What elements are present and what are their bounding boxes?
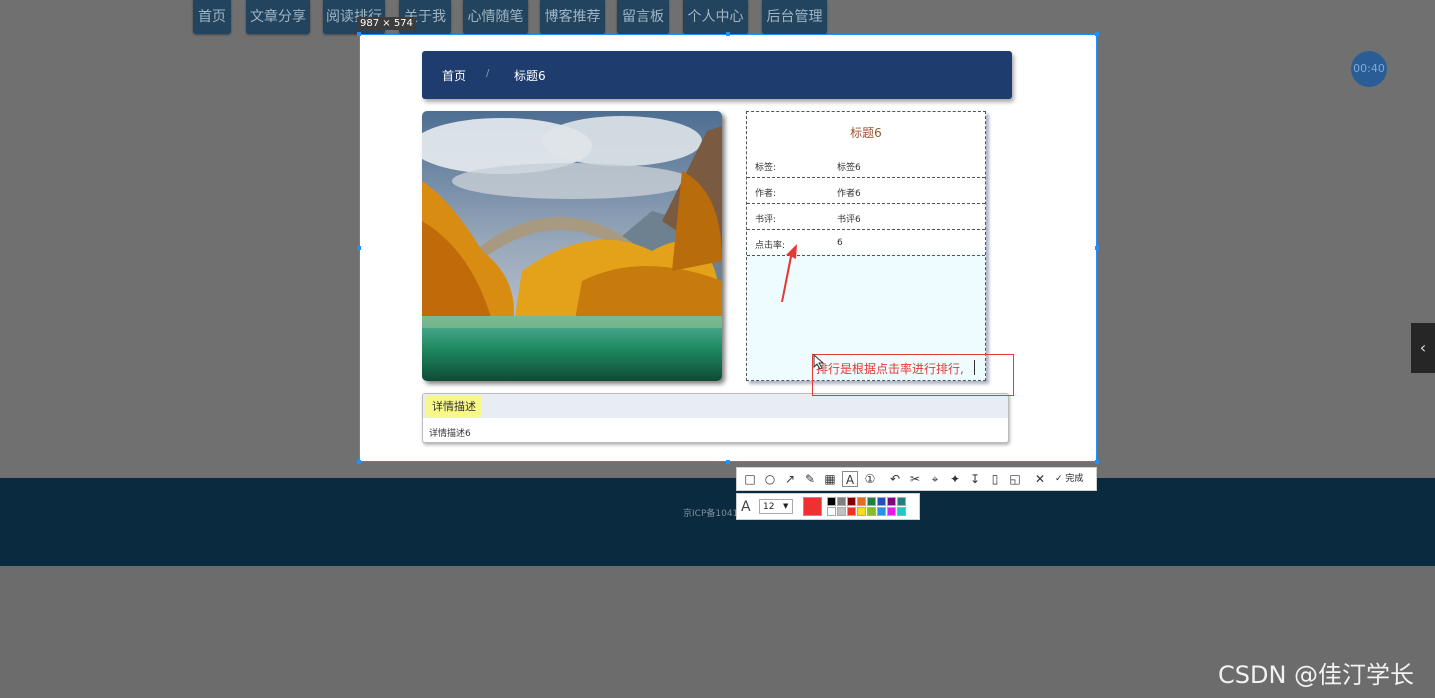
save-icon[interactable]: ▯ bbox=[987, 471, 1003, 487]
ellipse-icon[interactable]: ○ bbox=[762, 471, 778, 487]
timer-badge[interactable]: 00:40 bbox=[1351, 51, 1387, 87]
breadcrumb-current: 标题6 bbox=[514, 69, 546, 83]
color-swatch[interactable] bbox=[877, 497, 886, 506]
done-button[interactable]: ✓ 完成 bbox=[1055, 471, 1083, 487]
color-swatch[interactable] bbox=[827, 497, 836, 506]
resize-handle[interactable] bbox=[357, 460, 361, 464]
color-swatch[interactable] bbox=[897, 507, 906, 516]
info-value: 书评6 bbox=[837, 215, 861, 225]
pin-icon[interactable]: ✦ bbox=[947, 471, 963, 487]
download-icon[interactable]: ↧ bbox=[967, 471, 983, 487]
color-swatch[interactable] bbox=[867, 507, 876, 516]
page-footer bbox=[0, 478, 1435, 566]
footer-icp-text: 京ICP备1041 bbox=[683, 509, 739, 519]
color-swatch[interactable] bbox=[857, 507, 866, 516]
watermark: CSDN @佳汀学长 bbox=[1218, 661, 1415, 689]
info-row-author: 作者: 作者6 bbox=[747, 178, 985, 204]
description-panel: 详情描述 详情描述6 bbox=[422, 393, 1009, 443]
color-swatch[interactable] bbox=[897, 497, 906, 506]
arrow-icon[interactable]: ↗ bbox=[782, 471, 798, 487]
info-value: 作者6 bbox=[837, 189, 861, 199]
color-swatch[interactable] bbox=[837, 507, 846, 516]
mouse-cursor-icon bbox=[813, 354, 825, 370]
translate-icon[interactable]: ⌖ bbox=[927, 471, 943, 487]
rectangle-icon[interactable]: □ bbox=[742, 471, 758, 487]
nav-message-board[interactable]: 留言板 bbox=[617, 0, 669, 34]
tab-description[interactable]: 详情描述 bbox=[426, 396, 482, 417]
article-title: 标题6 bbox=[850, 126, 882, 140]
capture-size-label: 987 × 574 bbox=[357, 17, 416, 30]
nav-article-share[interactable]: 文章分享 bbox=[246, 0, 310, 34]
color-swatch[interactable] bbox=[887, 497, 896, 506]
info-row-review: 书评: 书评6 bbox=[747, 204, 985, 230]
close-icon[interactable]: ✕ bbox=[1032, 471, 1048, 487]
pen-icon[interactable]: ✎ bbox=[802, 471, 818, 487]
arrow-annotation-icon[interactable] bbox=[770, 238, 810, 308]
resize-handle[interactable] bbox=[357, 32, 361, 36]
nav-admin[interactable]: 后台管理 bbox=[762, 0, 827, 34]
resize-handle[interactable] bbox=[1095, 460, 1099, 464]
nav-mood-notes[interactable]: 心情随笔 bbox=[463, 0, 528, 34]
bookmark-icon[interactable]: ◱ bbox=[1007, 471, 1023, 487]
done-label: 完成 bbox=[1065, 474, 1084, 484]
undo-icon[interactable]: ↶ bbox=[887, 471, 903, 487]
color-swatch[interactable] bbox=[847, 497, 856, 506]
color-swatch[interactable] bbox=[827, 507, 836, 516]
nav-blog-recommend[interactable]: 博客推荐 bbox=[540, 0, 605, 34]
ocr-icon[interactable]: ✂ bbox=[907, 471, 923, 487]
text-icon[interactable]: A bbox=[842, 471, 858, 487]
info-row-tag: 标签: 标签6 bbox=[747, 152, 985, 178]
color-swatch[interactable] bbox=[887, 507, 896, 516]
color-swatch[interactable] bbox=[857, 497, 866, 506]
description-header: 详情描述 bbox=[423, 394, 1008, 418]
breadcrumb: 首页 / 标题6 bbox=[422, 51, 1012, 99]
chevron-left-icon[interactable]: ‹ bbox=[1411, 323, 1435, 373]
info-value: 标签6 bbox=[837, 163, 861, 173]
color-swatch[interactable] bbox=[837, 497, 846, 506]
nav-personal-center[interactable]: 个人中心 bbox=[683, 0, 748, 34]
screenshot-toolbar: □ ○ ↗ ✎ ▦ A ① ↶ ✂ ⌖ ✦ ↧ ▯ ◱ ✕ ✓ 完成 bbox=[736, 467, 1097, 491]
text-annotation[interactable]: 排行是根据点击率进行排行, bbox=[816, 360, 964, 377]
breadcrumb-home[interactable]: 首页 bbox=[442, 67, 466, 84]
info-value: 6 bbox=[837, 238, 843, 248]
breadcrumb-separator: / bbox=[486, 68, 490, 79]
info-key: 作者: bbox=[755, 189, 777, 199]
resize-handle[interactable] bbox=[1095, 246, 1099, 250]
resize-handle[interactable] bbox=[726, 460, 730, 464]
color-swatch[interactable] bbox=[847, 507, 856, 516]
number-icon[interactable]: ① bbox=[862, 471, 878, 487]
font-icon: A bbox=[741, 499, 751, 515]
resize-handle[interactable] bbox=[726, 32, 730, 36]
chevron-down-icon[interactable]: ▼ bbox=[783, 499, 788, 514]
mosaic-icon[interactable]: ▦ bbox=[822, 471, 838, 487]
text-caret bbox=[974, 360, 975, 375]
color-swatch[interactable] bbox=[867, 497, 876, 506]
description-body: 详情描述6 bbox=[429, 429, 471, 439]
info-key: 标签: bbox=[755, 163, 777, 173]
color-swatch[interactable] bbox=[877, 507, 886, 516]
capture-region[interactable]: 首页 / 标题6 标题6 标签: 标签6 作者: 作者6 书评: 书评6 点击率… bbox=[359, 34, 1097, 462]
text-style-bar: A 12 ▼ bbox=[736, 493, 920, 520]
resize-handle[interactable] bbox=[1095, 32, 1099, 36]
current-color-swatch[interactable] bbox=[803, 497, 822, 516]
info-key: 书评: bbox=[755, 215, 777, 225]
article-image bbox=[422, 111, 722, 381]
landscape-image bbox=[422, 111, 722, 381]
resize-handle[interactable] bbox=[357, 246, 361, 250]
nav-home[interactable]: 首页 bbox=[193, 0, 231, 34]
